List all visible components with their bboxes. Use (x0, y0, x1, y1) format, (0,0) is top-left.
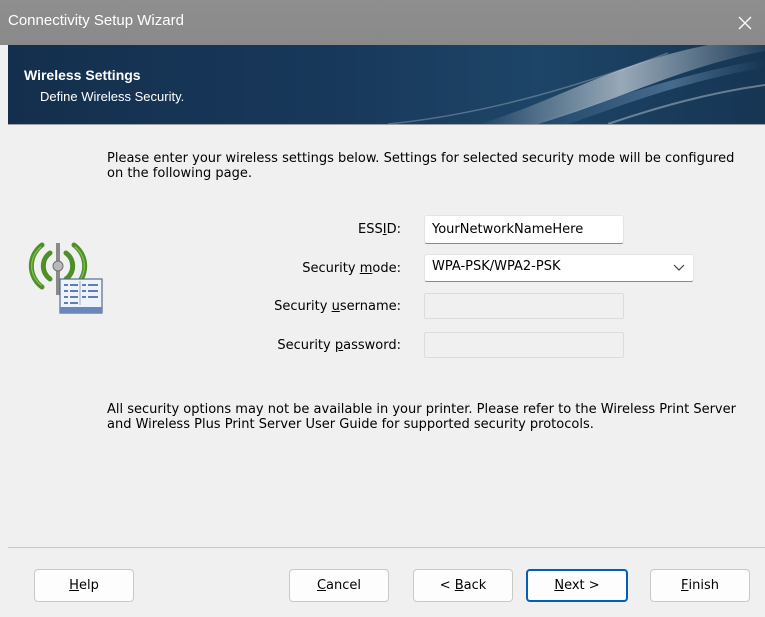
banner-title: Wireless Settings (24, 67, 141, 83)
banner-subtitle: Define Wireless Security. (40, 89, 185, 104)
banner-wave-graphic (387, 45, 765, 124)
back-button[interactable]: < Back (413, 569, 513, 602)
essid-input[interactable] (424, 215, 624, 244)
essid-label-part: ESS (358, 222, 383, 237)
next-button[interactable]: Next > (526, 569, 628, 602)
cancel-access-key: C (316, 578, 327, 593)
cancel-label: ancel (326, 578, 362, 593)
security-username-label-access-key: u (331, 299, 340, 314)
wizard-window: Connectivity Setup Wizard Wireless Setti… (0, 0, 765, 617)
security-username-input[interactable] (424, 293, 624, 319)
back-label-prefix: < (439, 578, 455, 593)
help-access-key: H (69, 578, 79, 593)
chevron-down-icon (673, 264, 685, 271)
next-label: ext > (564, 578, 600, 593)
security-username-label-part: Security (274, 299, 332, 314)
security-mode-label-part: ode: (372, 261, 401, 276)
cancel-button[interactable]: Cancel (289, 569, 389, 602)
essid-label-part: D: (386, 222, 401, 237)
close-button[interactable] (725, 0, 765, 45)
next-access-key: N (554, 578, 565, 593)
security-username-label-part: sername: (339, 299, 401, 314)
header-banner: Wireless Settings Define Wireless Securi… (8, 45, 765, 124)
window-left-border (0, 45, 8, 617)
security-mode-select[interactable]: WPA-PSK/WPA2-PSK (424, 254, 694, 282)
finish-access-key: F (681, 578, 689, 593)
security-mode-label-part: Security (302, 261, 360, 276)
back-access-key: B (454, 578, 464, 593)
wireless-printer-icon (28, 242, 103, 314)
finish-label: inish (688, 578, 719, 593)
help-label: elp (78, 578, 99, 593)
security-password-label: Security password: (277, 338, 401, 353)
security-username-label: Security username: (274, 299, 401, 314)
security-password-label-part: assword: (343, 338, 401, 353)
security-password-label-part: Security (277, 338, 335, 353)
close-icon (738, 16, 752, 29)
security-mode-value: WPA-PSK/WPA2-PSK (432, 259, 561, 274)
help-button[interactable]: Help (34, 569, 134, 602)
finish-button[interactable]: Finish (650, 569, 750, 602)
security-mode-label: Security mode: (302, 261, 401, 276)
essid-label: ESSID: (358, 222, 401, 237)
compatibility-note: All security options may not be availabl… (107, 402, 736, 432)
footer-divider (8, 547, 765, 548)
window-title: Connectivity Setup Wizard (8, 12, 184, 29)
back-label: ack (463, 578, 487, 593)
wizard-content: Please enter your wireless settings belo… (8, 125, 765, 590)
security-password-label-access-key: p (334, 338, 344, 353)
security-password-input[interactable] (424, 332, 624, 358)
security-mode-label-access-key: m (359, 261, 373, 276)
title-bar: Connectivity Setup Wizard (0, 0, 765, 45)
intro-text: Please enter your wireless settings belo… (107, 151, 735, 181)
